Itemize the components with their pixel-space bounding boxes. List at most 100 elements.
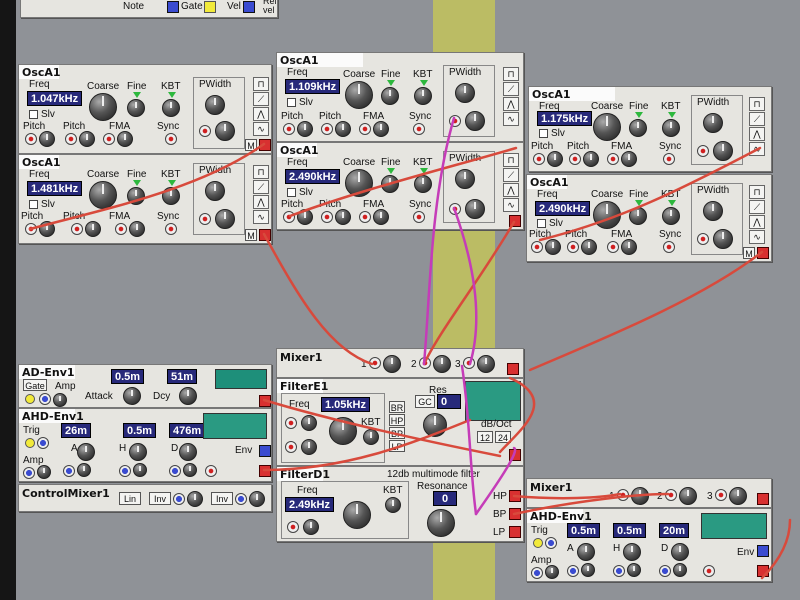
a-mod-knob[interactable] bbox=[77, 463, 91, 477]
pitch-input-1[interactable] bbox=[25, 133, 37, 145]
pitch-knob-2[interactable] bbox=[85, 221, 101, 237]
mute-button[interactable]: M bbox=[245, 229, 257, 241]
a-mod-input[interactable] bbox=[567, 565, 579, 577]
triangle-wave-button[interactable]: ⋀ bbox=[749, 127, 765, 141]
freq-mod-input-2[interactable] bbox=[285, 441, 297, 453]
h-mod-input[interactable] bbox=[119, 465, 131, 477]
fma-input[interactable] bbox=[607, 241, 619, 253]
fine-knob[interactable] bbox=[127, 187, 145, 205]
saw-wave-button[interactable]: ⟋ bbox=[503, 168, 519, 182]
freq-mod-knob[interactable] bbox=[303, 519, 319, 535]
pwidth-input[interactable] bbox=[449, 203, 461, 215]
audio-input[interactable] bbox=[205, 465, 217, 477]
inv-button-2[interactable]: Inv bbox=[211, 492, 233, 505]
kbt-knob[interactable] bbox=[662, 119, 680, 137]
coarse-knob[interactable] bbox=[89, 93, 117, 121]
square-wave-button[interactable]: ⊓ bbox=[503, 67, 519, 81]
osc-output[interactable] bbox=[259, 229, 271, 241]
sync-input[interactable] bbox=[165, 223, 177, 235]
gc-button[interactable]: GC bbox=[415, 395, 435, 408]
pwidth-knob[interactable] bbox=[703, 113, 723, 133]
square-wave-button[interactable]: ⊓ bbox=[749, 97, 765, 111]
h-mod-knob[interactable] bbox=[627, 563, 641, 577]
pwidth-mod-knob[interactable] bbox=[465, 199, 485, 219]
pwidth-knob[interactable] bbox=[205, 181, 225, 201]
mixer-input-2[interactable] bbox=[665, 489, 677, 501]
decay-knob[interactable] bbox=[179, 387, 197, 405]
d-mod-input[interactable] bbox=[169, 465, 181, 477]
pwidth-mod-knob[interactable] bbox=[713, 141, 733, 161]
coarse-knob[interactable] bbox=[89, 181, 117, 209]
fma-knob[interactable] bbox=[373, 209, 389, 225]
trig-mod-input[interactable] bbox=[37, 437, 49, 449]
amp-knob[interactable] bbox=[53, 393, 67, 407]
pwidth-mod-knob[interactable] bbox=[215, 209, 235, 229]
pwidth-input[interactable] bbox=[199, 213, 211, 225]
pitch-knob-1[interactable] bbox=[545, 239, 561, 255]
saw-wave-button[interactable]: ⟋ bbox=[503, 82, 519, 96]
sync-input[interactable] bbox=[663, 241, 675, 253]
mixer-level-1[interactable] bbox=[631, 487, 649, 505]
mixer-level-2[interactable] bbox=[679, 487, 697, 505]
pitch-knob-2[interactable] bbox=[581, 239, 597, 255]
kbt-knob[interactable] bbox=[162, 187, 180, 205]
cable-osc-left-bottom-to-mixer-1[interactable] bbox=[262, 232, 374, 366]
pitch-input-2[interactable] bbox=[569, 153, 581, 165]
pitch-knob-1[interactable] bbox=[39, 221, 55, 237]
fma-knob[interactable] bbox=[621, 239, 637, 255]
pwidth-knob[interactable] bbox=[455, 169, 475, 189]
fine-knob[interactable] bbox=[381, 87, 399, 105]
a-mod-knob[interactable] bbox=[581, 563, 595, 577]
sine-wave-button[interactable]: ∿ bbox=[253, 210, 269, 224]
kbt-knob[interactable] bbox=[662, 207, 680, 225]
pwidth-knob[interactable] bbox=[703, 201, 723, 221]
h-knob[interactable] bbox=[129, 443, 147, 461]
mixer-output[interactable] bbox=[757, 493, 769, 505]
trig-mod-input[interactable] bbox=[545, 537, 557, 549]
kbt-knob[interactable] bbox=[385, 497, 401, 513]
slv-checkbox[interactable] bbox=[29, 200, 38, 209]
filter-output[interactable] bbox=[509, 449, 521, 461]
a-knob[interactable] bbox=[77, 443, 95, 461]
attack-knob[interactable] bbox=[123, 387, 141, 405]
pitch-knob-2[interactable] bbox=[335, 209, 351, 225]
pitch-input-1[interactable] bbox=[25, 223, 37, 235]
pwidth-input[interactable] bbox=[449, 115, 461, 127]
freq-knob[interactable] bbox=[329, 417, 357, 445]
pwidth-input[interactable] bbox=[697, 233, 709, 245]
sine-wave-button[interactable]: ∿ bbox=[749, 142, 765, 156]
square-wave-button[interactable]: ⊓ bbox=[503, 153, 519, 167]
coarse-knob[interactable] bbox=[345, 169, 373, 197]
mixer-input-2[interactable] bbox=[419, 357, 431, 369]
slope-12-button[interactable]: 12 bbox=[477, 431, 493, 443]
env-output[interactable] bbox=[757, 545, 769, 557]
osc-output[interactable] bbox=[259, 139, 271, 151]
pitch-input-2[interactable] bbox=[321, 211, 333, 223]
freq-mod-knob-1[interactable] bbox=[301, 415, 317, 431]
triangle-wave-button[interactable]: ⋀ bbox=[503, 97, 519, 111]
saw-wave-button[interactable]: ⟋ bbox=[749, 200, 765, 214]
lp-output[interactable] bbox=[509, 526, 521, 538]
pitch-knob-2[interactable] bbox=[583, 151, 599, 167]
saw-wave-button[interactable]: ⟋ bbox=[253, 180, 269, 194]
pwidth-knob[interactable] bbox=[455, 83, 475, 103]
kbt-knob[interactable] bbox=[162, 99, 180, 117]
br-button[interactable]: BR bbox=[389, 401, 405, 413]
kbt-knob[interactable] bbox=[414, 87, 432, 105]
fma-input[interactable] bbox=[607, 153, 619, 165]
trig-input[interactable] bbox=[533, 538, 543, 548]
level-knob-1[interactable] bbox=[187, 491, 203, 507]
bp-output[interactable] bbox=[509, 508, 521, 520]
input-1[interactable] bbox=[173, 493, 185, 505]
pitch-input-2[interactable] bbox=[71, 223, 83, 235]
fine-knob[interactable] bbox=[629, 207, 647, 225]
saw-wave-button[interactable]: ⟋ bbox=[749, 112, 765, 126]
a-mod-input[interactable] bbox=[63, 465, 75, 477]
pitch-knob-1[interactable] bbox=[297, 209, 313, 225]
d-mod-knob[interactable] bbox=[673, 563, 687, 577]
h-knob[interactable] bbox=[623, 543, 641, 561]
pitch-input-2[interactable] bbox=[65, 133, 77, 145]
pitch-input-2[interactable] bbox=[321, 123, 333, 135]
triangle-wave-button[interactable]: ⋀ bbox=[749, 215, 765, 229]
square-wave-button[interactable]: ⊓ bbox=[253, 165, 269, 179]
